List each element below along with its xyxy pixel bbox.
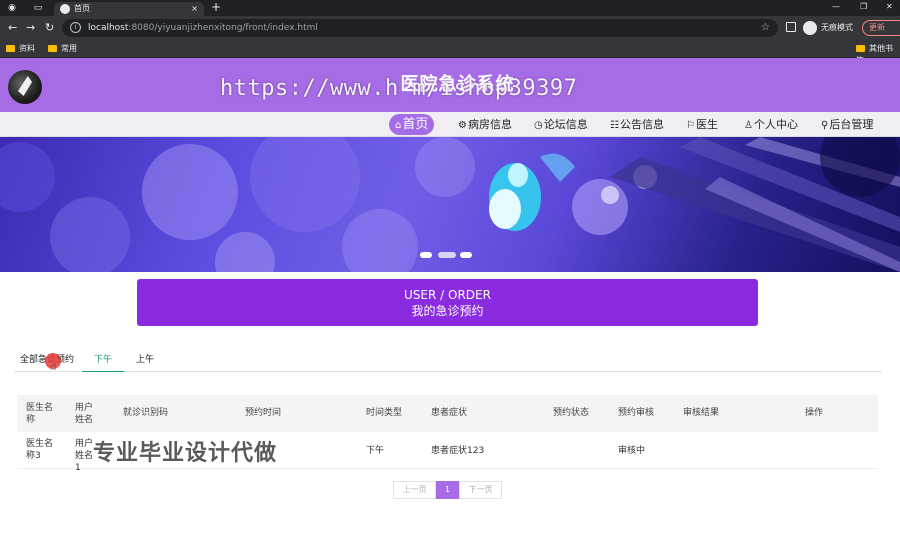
header-actions: 操作: [805, 408, 824, 418]
nav-item-admin[interactable]: ⚲后台管理: [815, 114, 879, 135]
new-tab-icon[interactable]: +: [211, 0, 221, 15]
home-icon: ⌂: [395, 120, 402, 131]
side-panel-icon[interactable]: [786, 22, 796, 32]
nav-item-doctor[interactable]: ⚐医生: [680, 114, 724, 135]
bookmarks-bar: 资料 常用 其他书签: [0, 40, 900, 65]
my-emergency-appointments-button[interactable]: USER / ORDER 我的急诊预约: [137, 279, 758, 326]
browser-toolbar: ← → ↻ i localhost:8080/yiyuanjizhenxiton…: [0, 16, 900, 40]
header-doctor-name: 医生名称: [26, 403, 54, 425]
incognito-icon[interactable]: [803, 21, 817, 35]
browser-tab-bar: ◉ ▭ 首页 × + — ❐ ✕: [0, 0, 900, 16]
link-icon: ⚲: [821, 120, 829, 131]
back-icon[interactable]: ←: [8, 21, 17, 35]
cell-symptoms: 患者症状123: [431, 446, 485, 456]
nav-item-notice[interactable]: ☷公告信息: [604, 114, 670, 135]
prev-page-button[interactable]: 上一页: [393, 481, 436, 499]
next-page-button[interactable]: 下一页: [459, 481, 502, 499]
update-button[interactable]: 更新: [862, 20, 900, 36]
clock-icon: ◷: [534, 120, 543, 131]
order-subtitle: 我的急诊预约: [411, 304, 484, 318]
user-icon: ♙: [744, 120, 753, 131]
header-review: 预约审核: [618, 408, 655, 418]
reload-icon[interactable]: ↻: [45, 21, 54, 35]
bookmark-star-icon[interactable]: ☆: [761, 21, 770, 35]
cell-doctor-name: 医生名称3: [26, 439, 54, 461]
header-user-name: 用户姓名: [75, 403, 94, 425]
nav-item-forum[interactable]: ◷论坛信息: [528, 114, 594, 135]
close-tab-icon[interactable]: ×: [191, 3, 198, 15]
header-visit-code: 就诊识别码: [123, 408, 169, 418]
main-nav: ⌂首页 ⚙病房信息 ◷论坛信息 ☷公告信息 ⚐医生 ♙个人中心 ⚲后台管理: [0, 112, 900, 137]
nav-item-home[interactable]: ⌂首页: [389, 114, 435, 135]
appointment-filter-tabs: 全部急诊预约 下午 上午: [14, 348, 882, 372]
close-window-icon[interactable]: ✕: [886, 1, 893, 13]
browser-menu-icon[interactable]: ◉: [6, 2, 18, 14]
address-url[interactable]: localhost:8080/yiyuanjizhenxitong/front/…: [88, 22, 318, 34]
globe-icon: [60, 4, 70, 14]
tab-afternoon[interactable]: 下午: [82, 352, 124, 372]
incognito-label: 无痕模式: [821, 23, 853, 32]
carousel-dots: [420, 252, 476, 260]
carousel-dot-2[interactable]: [438, 252, 456, 258]
nav-item-ward[interactable]: ⚙病房信息: [452, 114, 518, 135]
gear-icon: ⚙: [458, 120, 467, 131]
header-symptoms: 患者症状: [431, 408, 468, 418]
cell-time-type: 下午: [366, 446, 385, 456]
bookmark-folder-changyong[interactable]: 常用: [48, 43, 77, 55]
forward-icon[interactable]: →: [26, 21, 35, 35]
tab-title: 首页: [74, 4, 90, 13]
cell-review: 审核中: [618, 446, 646, 456]
hand-cursor-icon: ☝: [50, 360, 57, 373]
page-1-button[interactable]: 1: [436, 481, 459, 499]
folder-icon: [856, 45, 865, 52]
header-review-result: 审核结果: [683, 408, 720, 418]
info-icon[interactable]: i: [70, 22, 81, 33]
header-appointment-time: 预约时间: [245, 408, 282, 418]
tab-search-icon[interactable]: ▭: [32, 2, 44, 14]
carousel-dot-1[interactable]: [420, 252, 432, 258]
order-title: USER / ORDER: [404, 288, 491, 302]
address-bar[interactable]: i localhost:8080/yiyuanjizhenxitong/fron…: [62, 19, 778, 37]
url-watermark: https://www.h m/ishop39397: [220, 76, 578, 101]
nav-item-profile[interactable]: ♙个人中心: [738, 114, 804, 135]
flag-icon: ⚐: [686, 120, 695, 131]
tab-morning[interactable]: 上午: [136, 352, 154, 372]
folder-icon: [48, 45, 57, 52]
grid-icon: ☷: [610, 120, 619, 131]
browser-tab[interactable]: 首页 ×: [54, 2, 204, 16]
bookmark-folder-ziliao[interactable]: 资料: [6, 43, 35, 55]
restore-icon[interactable]: ❐: [860, 1, 867, 13]
minimize-icon[interactable]: —: [832, 1, 840, 13]
carousel-dot-3[interactable]: [460, 252, 472, 258]
header-time-type: 时间类型: [366, 408, 403, 418]
table-header: 医生名称 用户姓名 就诊识别码 预约时间 时间类型 患者症状 预约状态 预约审核…: [17, 395, 878, 432]
bookmark-folder-other[interactable]: 其他书签: [856, 43, 900, 65]
folder-icon: [6, 45, 15, 52]
header-appointment-status: 预约状态: [553, 408, 590, 418]
text-watermark: 专业毕业设计代做: [93, 441, 278, 466]
